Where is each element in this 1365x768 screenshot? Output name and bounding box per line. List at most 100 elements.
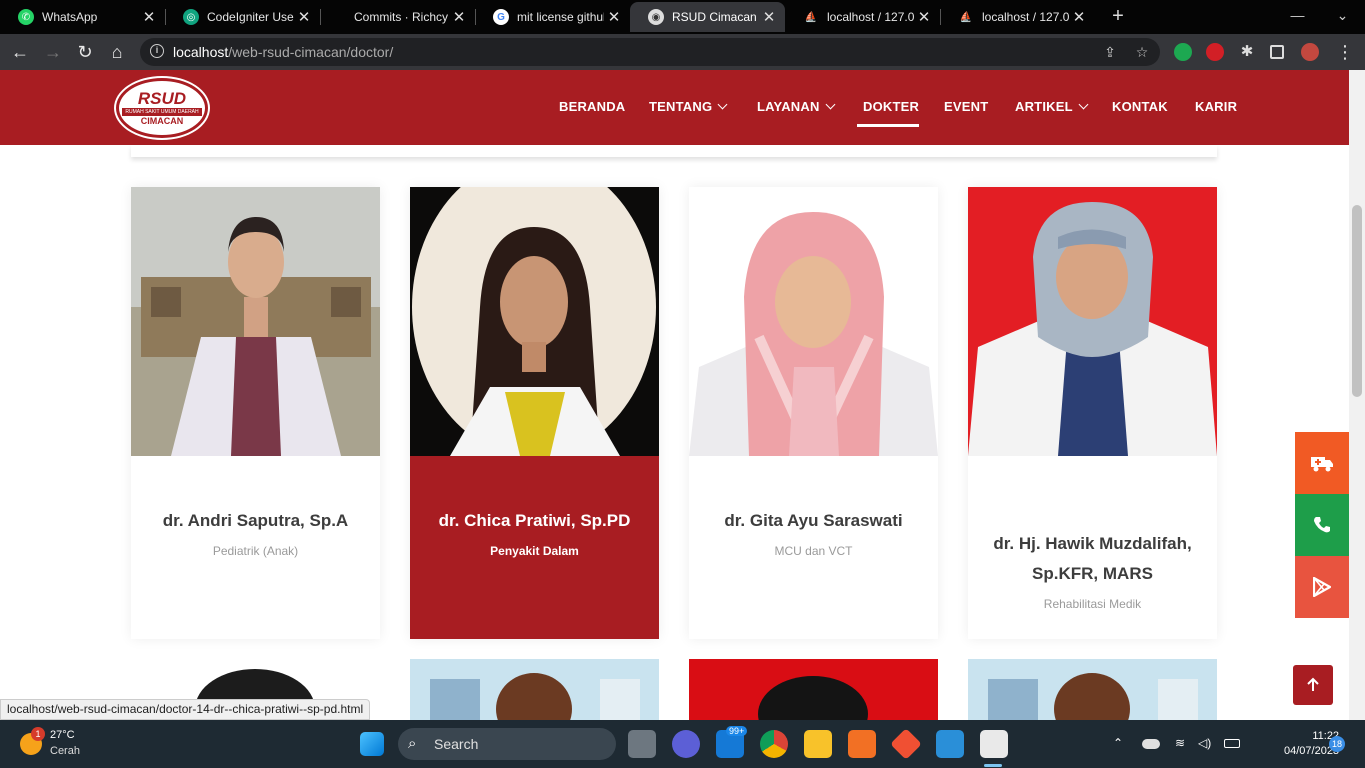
bookmark-star-icon[interactable]: ☆: [1132, 42, 1152, 62]
doctor-name[interactable]: dr. Hj. Hawik Muzdalifah, Sp.KFR, MARS: [968, 529, 1217, 589]
tab-whatsapp[interactable]: ✆ WhatsApp ✕: [0, 2, 165, 32]
doctor-card-partial[interactable]: [410, 659, 659, 720]
logo-text-subtitle: RUMAH SAKIT UMUM DAERAH: [122, 108, 202, 116]
tab-title: localhost / 127.0.: [982, 10, 1069, 24]
ambulance-button[interactable]: [1295, 432, 1349, 494]
play-store-button[interactable]: [1295, 556, 1349, 618]
doctor-card[interactable]: dr. Gita Ayu Saraswati MCU dan VCT: [689, 187, 938, 639]
search-label: Search: [434, 736, 479, 752]
nav-layanan[interactable]: LAYANAN: [757, 99, 836, 114]
tab-rsud-cimacan[interactable]: ◉ RSUD Cimacan | ✕: [630, 2, 785, 32]
active-app-indicator: [984, 764, 1002, 767]
nav-event[interactable]: EVENT: [944, 99, 988, 114]
doctor-card-highlighted[interactable]: dr. Chica Pratiwi, Sp.PD Penyakit Dalam: [410, 187, 659, 639]
extension-plus-icon[interactable]: [1174, 43, 1192, 61]
logo-text-cimacan: CIMACAN: [140, 116, 184, 126]
doctor-card[interactable]: dr. Andri Saputra, Sp.A Pediatrik (Anak): [131, 187, 380, 639]
close-tab-icon[interactable]: ✕: [449, 8, 469, 26]
battery-icon[interactable]: [1224, 739, 1240, 748]
phone-icon: [1314, 517, 1330, 533]
logo-text-rsud: RSUD: [137, 89, 187, 108]
sidebar-icon[interactable]: [1270, 45, 1284, 59]
browser-menu-icon[interactable]: ⋮: [1333, 40, 1357, 64]
link-status-bar: localhost/web-rsud-cimacan/doctor-14-dr-…: [0, 699, 371, 720]
doctor-card-partial[interactable]: [968, 659, 1217, 720]
nav-artikel[interactable]: ARTIKEL: [1015, 99, 1089, 114]
rsud-logo[interactable]: RSUD RUMAH SAKIT UMUM DAERAH CIMACAN: [116, 78, 208, 138]
extension-shield-icon[interactable]: [1206, 43, 1224, 61]
tab-title: RSUD Cimacan |: [672, 10, 759, 24]
file-explorer-icon[interactable]: [804, 730, 832, 758]
snipping-tool-icon[interactable]: [980, 730, 1008, 758]
nav-label: EVENT: [944, 99, 989, 114]
page-scrollbar[interactable]: [1349, 70, 1365, 720]
task-view-icon[interactable]: [628, 730, 656, 758]
close-tab-icon[interactable]: ✕: [139, 8, 159, 26]
tab-codeigniter[interactable]: ◎ CodeIgniter Uses ✕: [165, 2, 320, 32]
address-bar[interactable]: i localhost/web-rsud-cimacan/doctor/ ⇪ ☆: [140, 38, 1160, 66]
tab-mit-license[interactable]: G mit license githul ✕: [475, 2, 630, 32]
doctor-name[interactable]: dr. Andri Saputra, Sp.A: [131, 506, 380, 536]
doctor-name[interactable]: dr. Chica Pratiwi, Sp.PD: [410, 506, 659, 536]
nav-karir[interactable]: KARIR: [1195, 99, 1237, 114]
close-tab-icon[interactable]: ✕: [914, 8, 934, 26]
doctor-specialty: Pediatrik (Anak): [212, 544, 299, 558]
nav-kontak[interactable]: KONTAK: [1112, 99, 1168, 114]
teams-chat-icon[interactable]: [672, 730, 700, 758]
phone-button[interactable]: [1295, 494, 1349, 556]
ambulance-icon: [1311, 457, 1333, 472]
nav-dokter[interactable]: DOKTER: [863, 99, 919, 114]
windows-start-icon[interactable]: [360, 732, 384, 756]
reload-button[interactable]: ↻: [73, 40, 97, 64]
nav-beranda[interactable]: BERANDA: [559, 99, 625, 114]
chevron-up-icon[interactable]: ⌃: [1113, 736, 1123, 750]
nav-label: KARIR: [1195, 99, 1238, 114]
site-info-icon[interactable]: i: [150, 44, 164, 58]
xampp-icon[interactable]: [848, 730, 876, 758]
close-tab-icon[interactable]: ✕: [1069, 8, 1089, 26]
whatsapp-icon: ✆: [18, 9, 34, 25]
active-nav-indicator: [857, 124, 919, 127]
close-tab-icon[interactable]: ✕: [604, 8, 624, 26]
onedrive-icon[interactable]: [1142, 739, 1160, 749]
volume-icon[interactable]: ◁): [1198, 736, 1211, 750]
doctor-info: dr. Andri Saputra, Sp.A Pediatrik (Anak): [131, 456, 380, 639]
site-header: RSUD RUMAH SAKIT UMUM DAERAH CIMACAN BER…: [0, 70, 1349, 145]
phpmyadmin-icon: ⛵: [804, 11, 818, 23]
back-button[interactable]: ←: [8, 40, 32, 64]
chevron-down-icon[interactable]: ⌄: [1320, 0, 1365, 34]
share-icon[interactable]: ⇪: [1100, 42, 1120, 62]
nav-label: ARTIKEL: [1015, 99, 1073, 114]
chrome-icon[interactable]: [760, 730, 788, 758]
profile-avatar[interactable]: [1301, 43, 1319, 61]
address-url[interactable]: localhost/web-rsud-cimacan/doctor/: [173, 44, 393, 60]
tab-phpmyadmin-1[interactable]: ⛵ localhost / 127.0. ✕: [785, 2, 940, 32]
doctor-photo: [968, 187, 1217, 456]
browser-tab-bar: ✆ WhatsApp ✕ ◎ CodeIgniter Uses ✕ Commit…: [0, 0, 1365, 34]
vscode-icon[interactable]: [936, 730, 964, 758]
close-tab-icon[interactable]: ✕: [759, 8, 779, 26]
wifi-icon[interactable]: ≋: [1175, 736, 1185, 750]
scrollbar-thumb[interactable]: [1352, 205, 1362, 397]
doctor-name[interactable]: dr. Gita Ayu Saraswati: [689, 506, 938, 536]
forward-button[interactable]: →: [41, 40, 65, 64]
doctor-card[interactable]: dr. Hj. Hawik Muzdalifah, Sp.KFR, MARS R…: [968, 187, 1217, 639]
notification-badge[interactable]: 18: [1329, 736, 1345, 752]
close-tab-icon[interactable]: ✕: [294, 8, 314, 26]
doctor-card-partial[interactable]: [689, 659, 938, 720]
minimize-icon[interactable]: —: [1275, 0, 1320, 34]
git-icon[interactable]: [890, 728, 922, 760]
extensions-puzzle-icon[interactable]: ✱: [1238, 43, 1256, 61]
nav-label: BERANDA: [559, 99, 626, 114]
back-to-top-button[interactable]: [1293, 665, 1333, 705]
new-tab-button[interactable]: +: [1106, 5, 1130, 29]
taskbar-search[interactable]: ⌕ Search: [398, 728, 616, 760]
nav-tentang[interactable]: TENTANG: [649, 99, 728, 114]
chatgpt-icon: ◎: [183, 9, 199, 25]
tab-phpmyadmin-2[interactable]: ⛵ localhost / 127.0. ✕: [940, 2, 1095, 32]
tab-commits[interactable]: Commits · Richcy ✕: [320, 2, 475, 32]
phpmyadmin-icon: ⛵: [959, 11, 973, 23]
home-button[interactable]: ⌂: [105, 40, 129, 64]
doctor-specialty: Rehabilitasi Medik: [1043, 597, 1142, 611]
doctor-specialty: Penyakit Dalam: [490, 544, 579, 558]
